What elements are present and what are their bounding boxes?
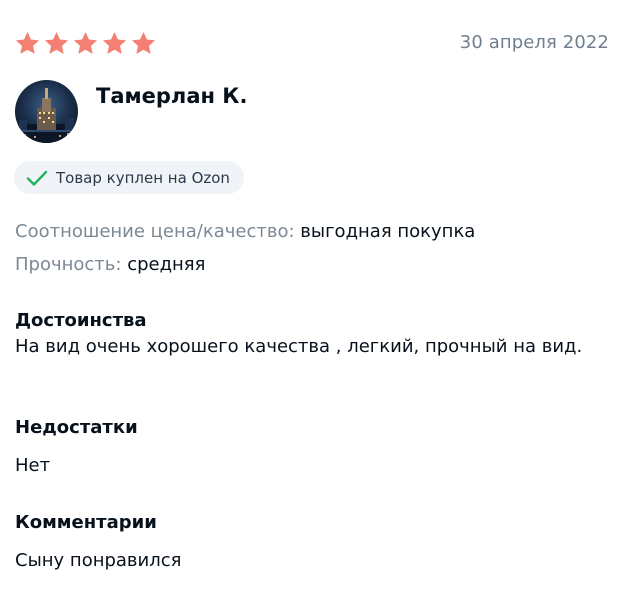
review-card: 30 апреля 2022 Тамерлан К. Товар куплен … bbox=[0, 0, 621, 593]
avatar[interactable] bbox=[15, 80, 78, 143]
attribute-label: Соотношение цена/качество: bbox=[15, 221, 295, 242]
author-name[interactable]: Тамерлан К. bbox=[96, 84, 247, 108]
star-icon bbox=[102, 32, 127, 54]
verified-purchase-badge: Товар куплен на Ozon bbox=[14, 161, 244, 194]
review-date: 30 апреля 2022 bbox=[459, 32, 609, 53]
attribute-label: Прочность: bbox=[15, 254, 122, 275]
attribute-value: выгодная покупка bbox=[300, 221, 476, 242]
comment-title: Комментарии bbox=[15, 512, 157, 533]
attribute-value: средняя bbox=[127, 254, 206, 275]
avatar-image bbox=[15, 80, 78, 143]
rating-stars bbox=[14, 30, 157, 57]
star-icon bbox=[73, 32, 98, 54]
attribute-price-quality: Соотношение цена/качество: выгодная поку… bbox=[15, 221, 475, 242]
star-icon bbox=[15, 32, 40, 54]
pros-text: На вид очень хорошего качества , легкий,… bbox=[15, 336, 583, 357]
attribute-durability: Прочность: средняя bbox=[15, 254, 205, 275]
comment-text: Сыну понравился bbox=[15, 550, 182, 571]
cons-text: Нет bbox=[15, 455, 51, 476]
check-icon bbox=[26, 170, 48, 186]
cons-title: Недостатки bbox=[15, 417, 138, 438]
star-icon bbox=[44, 32, 69, 54]
pros-title: Достоинства bbox=[15, 310, 147, 331]
star-icon bbox=[131, 32, 156, 54]
verified-badge-label: Товар куплен на Ozon bbox=[56, 168, 230, 187]
